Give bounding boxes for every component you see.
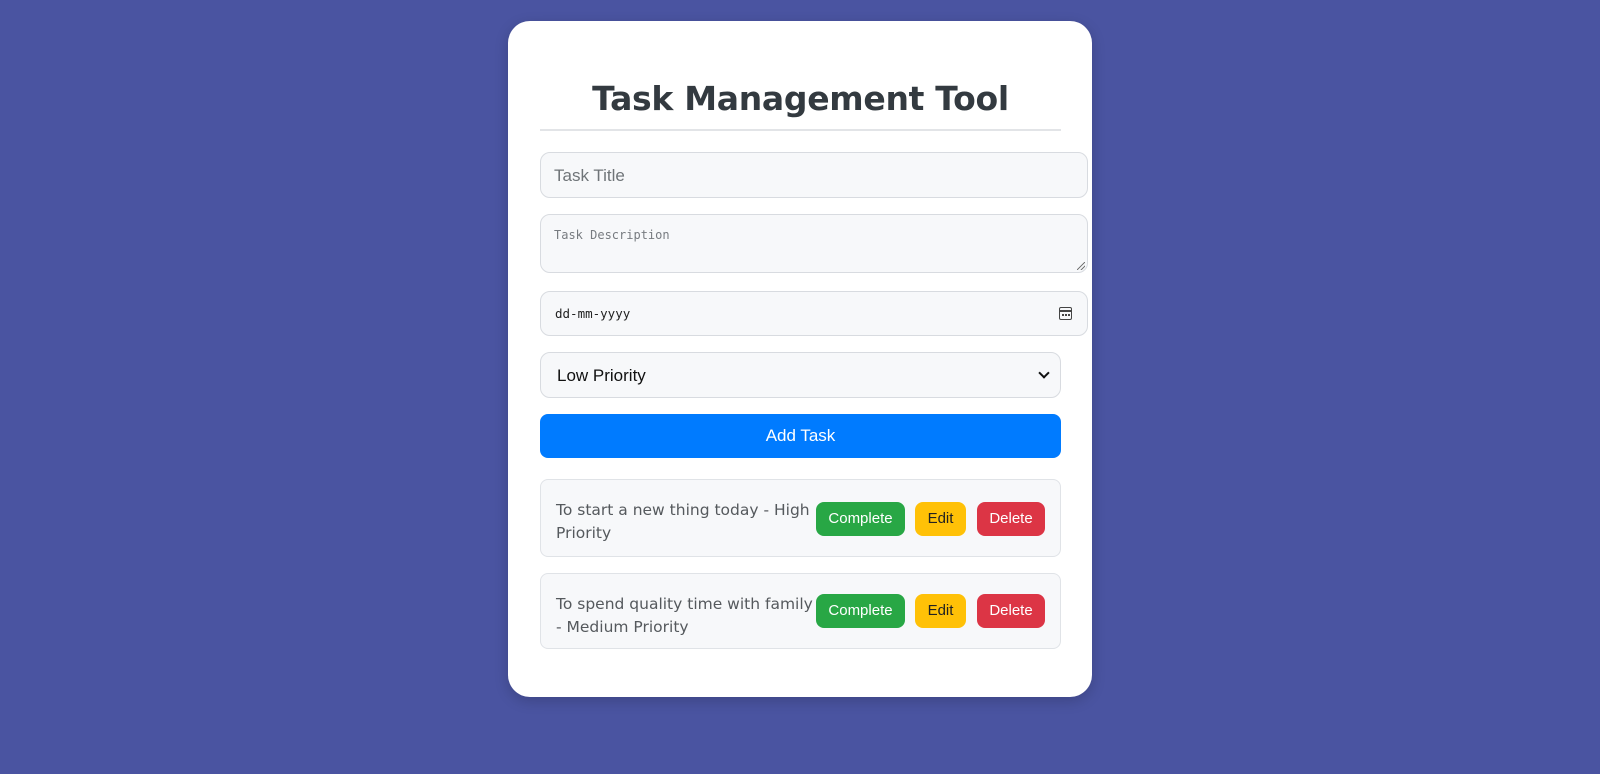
resize-handle-icon[interactable] (1077, 262, 1085, 270)
task-description-textarea[interactable]: Task Description (540, 214, 1088, 273)
task-item: To start a new thing today - High Priori… (540, 479, 1061, 557)
edit-button[interactable]: Edit (915, 502, 966, 536)
chevron-down-icon (1038, 367, 1050, 379)
due-date-placeholder: dd-mm-yyyy (555, 306, 631, 321)
edit-button[interactable]: Edit (915, 594, 966, 628)
title-divider (540, 129, 1061, 131)
complete-button[interactable]: Complete (816, 594, 905, 628)
task-text: To spend quality time with family - Medi… (556, 595, 813, 636)
task-card: Task Management Tool Task Title Task Des… (508, 21, 1092, 697)
priority-selected-value: Low Priority (557, 366, 646, 385)
task-title-placeholder: Task Title (554, 166, 625, 185)
page-title: Task Management Tool (592, 79, 1009, 118)
priority-select[interactable]: Low Priority (540, 352, 1061, 398)
add-task-button[interactable]: Add Task (540, 414, 1061, 458)
delete-button[interactable]: Delete (977, 594, 1045, 628)
task-item: To spend quality time with family - Medi… (540, 573, 1061, 649)
calendar-icon[interactable] (1059, 307, 1072, 320)
task-text: To start a new thing today - High Priori… (556, 501, 810, 542)
task-title-input[interactable]: Task Title (540, 152, 1088, 198)
delete-button[interactable]: Delete (977, 502, 1045, 536)
due-date-input[interactable]: dd-mm-yyyy (540, 291, 1088, 336)
task-description-placeholder: Task Description (554, 228, 670, 242)
complete-button[interactable]: Complete (816, 502, 905, 536)
